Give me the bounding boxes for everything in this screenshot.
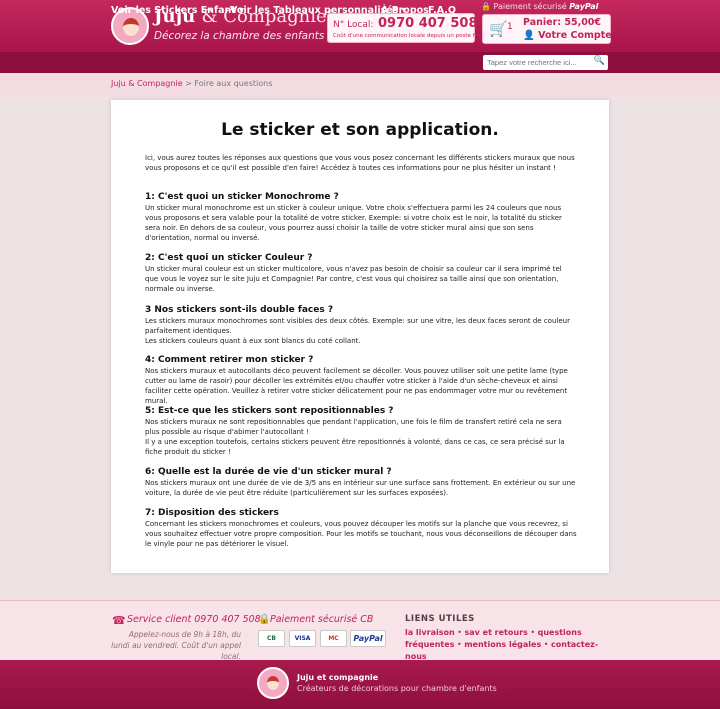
faq-question: 7: Disposition des stickers [145,508,279,518]
breadcrumb-home[interactable]: Juju & Compagnie [111,79,183,88]
faq-question: 4: Comment retirer mon sticker ? [145,355,314,365]
cart-total: Panier: 55,00€ [523,17,602,28]
cart-count: 1 [507,22,513,32]
faq-item: 1: C'est quoi un sticker Monochrome ? Un… [145,192,577,243]
nav-stickers-enfant[interactable]: Voir les Stickers Enfant ▾ [111,5,244,16]
main-nav [0,52,720,73]
faq-answer: Nos stickers muraux ne sont repositionna… [145,418,565,456]
link-livraison[interactable]: la livraison [405,628,455,637]
phone-number: 0970 407 508 [377,16,478,31]
footer-payment-title: Paiement sécurisé CB [270,614,374,625]
mastercard-icon: MC [320,630,347,647]
cart-icon: 🛒 [489,20,508,38]
lock-icon: 🔒 [258,614,271,625]
faq-question: 2: C'est quoi un sticker Couleur ? [145,253,313,263]
phone-icon: ☎ [112,614,126,627]
user-icon: 👤 [523,30,535,41]
phone-box[interactable]: N° Local: 0970 407 508 Coût d'une commun… [327,13,483,43]
account-link[interactable]: 👤 Votre Compte [523,30,612,41]
footer-service-note: Appelez-nous de 9h à 18h, du lundi au ve… [111,630,241,661]
brand-tagline: Décorez la chambre des enfants [154,30,325,42]
footer-links-title: LIENS UTILES [405,614,475,624]
footer-logo-icon [257,667,289,699]
faq-item: 4: Comment retirer mon sticker ? Nos sti… [145,355,577,406]
faq-item: 3 Nos stickers sont-ils double faces ? L… [145,305,577,346]
faq-item: 2: C'est quoi un sticker Couleur ? Un st… [145,253,577,294]
faq-answer: Les stickers muraux monochromes sont vis… [145,317,570,345]
faq-question: 1: C'est quoi un sticker Monochrome ? [145,192,339,202]
faq-question: 6: Quelle est la durée de vie d'un stick… [145,467,392,477]
faq-question: 5: Est-ce que les stickers sont repositi… [145,406,394,416]
visa-card-icon: VISA [289,630,316,647]
cb-card-icon: CB [258,630,285,647]
nav-a-propos[interactable]: À Propos [381,5,429,16]
faq-answer: Nos stickers muraux et autocollants déco… [145,367,568,405]
breadcrumb: Juju & Compagnie > Foire aux questions [111,79,273,88]
faq-answer: Nos stickers muraux ont une durée de vie… [145,479,576,497]
faq-question: 3 Nos stickers sont-ils double faces ? [145,305,334,315]
secure-payment-banner: 🔒 Paiement sécurisé PayPal [481,2,599,11]
faq-answer: Concernant les stickers monochromes et c… [145,520,577,548]
footer-brand-name: Juju et compagnie [297,673,379,682]
nav-faq[interactable]: F.A.Q [428,5,456,16]
footer-brand-tagline: Créateurs de décorations pour chambre d'… [297,684,497,693]
faq-item: 6: Quelle est la durée de vie d'un stick… [145,467,577,498]
paypal-label: PayPal [569,2,599,11]
paypal-icon: PayPal [350,630,386,647]
nav-tableaux[interactable]: Voir les Tableaux personnalisés ▾ [230,5,406,16]
phone-note: Coût d'une communication locale depuis u… [333,33,483,39]
page-title: Le sticker et son application. [221,120,499,140]
faq-card: Le sticker et son application. Ici, vous… [111,100,609,573]
lock-icon: 🔒 [481,2,491,11]
search-input[interactable] [487,57,587,68]
footer-links: la livraison • sav et retours • question… [405,628,599,661]
breadcrumb-current: Foire aux questions [194,79,273,88]
faq-item: 5: Est-ce que les stickers sont repositi… [145,406,577,457]
phone-label: N° Local: [333,20,374,30]
cart-button[interactable]: 🛒 1 Panier: 55,00€ 👤 Votre Compte [482,14,612,44]
faq-item: 7: Disposition des stickers Concernant l… [145,508,577,549]
search-icon[interactable]: 🔍 [594,56,605,66]
link-sav-retours[interactable]: sav et retours [464,628,527,637]
search-box: 🔍 [483,55,608,70]
link-mentions[interactable]: mentions légales [464,640,541,649]
faq-answer: Un sticker mural couleur est un sticker … [145,265,562,293]
faq-answer: Un sticker mural monochrome est un stick… [145,204,562,242]
footer-service-title: Service client 0970 407 508 [127,614,261,625]
intro-text: Ici, vous aurez toutes les réponses aux … [145,154,575,172]
